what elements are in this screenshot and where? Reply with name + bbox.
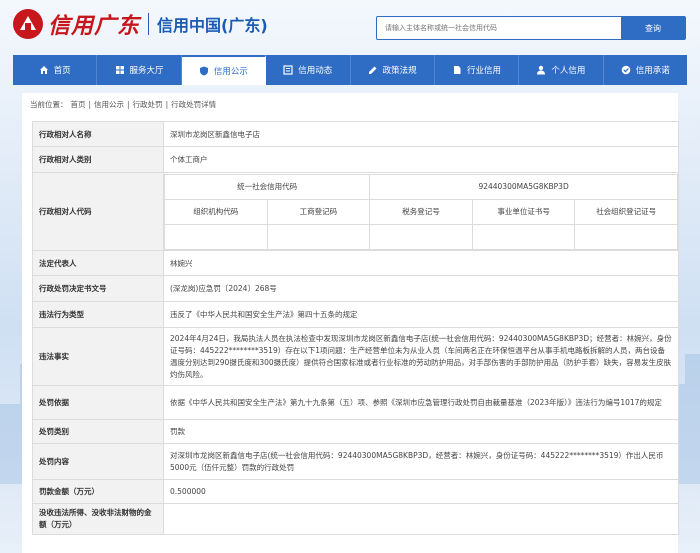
field-label: 行政相对人代码 — [32, 172, 164, 251]
field-label: 行政相对人类别 — [32, 146, 164, 173]
field-label: 违法行为类型 — [32, 301, 164, 328]
nav-item-credit-disclosure[interactable]: 信用公示 — [181, 55, 267, 85]
org-code-value — [164, 223, 268, 250]
soc-org-value — [574, 223, 678, 250]
table-row: 处罚类别 罚款 — [32, 419, 679, 444]
site-logo[interactable]: 信用广东 信用中国(广东) — [12, 8, 268, 40]
penalty-content-value: 对深圳市龙岗区新鑫信电子店(统一社会信用代码：92440300MA5G8KBP3… — [163, 443, 679, 480]
news-icon — [283, 65, 293, 75]
table-row: 行政相对人名称 深圳市龙岗区新鑫信电子店 — [32, 121, 679, 147]
legal-rep-value: 林婉兴 — [163, 250, 679, 276]
violation-type-value: 违反了《中华人民共和国安全生产法》第四十五条的规定 — [163, 301, 679, 328]
check-icon — [621, 65, 631, 75]
nav-item-industry-credit[interactable]: 行业信用 — [435, 55, 520, 85]
biz-reg-value — [266, 223, 371, 250]
field-label: 处罚类别 — [32, 419, 164, 444]
grid-icon — [115, 66, 124, 74]
search-box: 查询 — [376, 16, 686, 40]
field-label: 违法事实 — [32, 327, 164, 386]
fine-amount-value: 0.500000 — [163, 479, 679, 504]
decision-doc-no-value: (深龙岗)应急罚〔2024〕268号 — [163, 275, 679, 302]
breadcrumb-current: 行政处罚详情 — [171, 99, 217, 109]
search-input[interactable] — [377, 17, 613, 39]
home-icon — [39, 66, 48, 74]
logo-divider — [148, 13, 150, 35]
table-row — [164, 223, 678, 250]
site-name: 信用中国(广东) — [157, 16, 268, 35]
brand-name: 信用广东 — [48, 13, 141, 39]
site-header: 信用广东 信用中国(广东) 查询 — [0, 0, 700, 52]
nav-item-label: 服务大厅 — [129, 66, 164, 76]
table-row: 组织机构代码 工商登记码 税务登记号 事业单位证书号 社会组织登记证号 — [164, 198, 678, 225]
uscc-header: 统一社会信用代码 — [163, 173, 371, 200]
breadcrumb-separator: | — [88, 99, 92, 109]
table-row: 罚款金额（万元） 0.500000 — [32, 479, 679, 504]
nav-item-personal-credit[interactable]: 个人信用 — [519, 55, 604, 85]
breadcrumb-home[interactable]: 首页 — [71, 99, 86, 110]
breadcrumb-admin-penalty[interactable]: 行政处罚 — [133, 99, 163, 110]
nav-item-label: 信用动态 — [298, 66, 333, 76]
party-code-cell: 统一社会信用代码 92440300MA5G8KBP3D 组织机构代码 工商登记码… — [163, 172, 679, 251]
table-row: 行政相对人类别 个体工商户 — [32, 146, 679, 173]
field-label: 行政相对人名称 — [32, 121, 164, 147]
nav-item-credit-news[interactable]: 信用动态 — [266, 55, 351, 85]
search-button[interactable]: 查询 — [621, 17, 685, 39]
breadcrumb-separator: | — [165, 99, 169, 109]
penalty-basis-value: 依据《中华人民共和国安全生产法》第九十九条第（五）项、参照《深圳市应急管理行政处… — [163, 385, 679, 420]
soc-org-header: 社会组织登记证号 — [574, 198, 678, 225]
shield-icon — [199, 66, 208, 76]
table-row: 法定代表人 林婉兴 — [32, 250, 679, 276]
table-row: 违法事实 2024年4月24日，我局执法人员在执法检查中发现深圳市龙岗区新鑫信电… — [32, 327, 679, 386]
nav-item-policy[interactable]: 政策法规 — [351, 55, 435, 85]
inst-cert-value — [471, 223, 576, 250]
credit-guangdong-logo-icon — [13, 9, 43, 39]
table-row: 处罚内容 对深圳市龙岗区新鑫信电子店(统一社会信用代码：92440300MA5G… — [32, 443, 679, 480]
breadcrumb-separator: | — [127, 99, 130, 109]
field-label: 处罚内容 — [32, 443, 164, 480]
breadcrumb: 当前位置： 首页 | 信用公示 | 行政处罚 | 行政处罚详情 — [30, 97, 219, 111]
nav-item-label: 行业信用 — [467, 66, 502, 76]
party-type-value: 个体工商户 — [163, 146, 679, 173]
main-nav: 首页 服务大厅 信用公示 信用动态 政策法规 行业信用 个人信用 信用承诺 — [13, 55, 687, 85]
breadcrumb-prefix: 当前位置： — [30, 99, 68, 109]
violation-facts-value: 2024年4月24日，我局执法人员在执法检查中发现深圳市龙岗区新鑫信电子店(统一… — [163, 327, 679, 386]
field-label: 行政处罚决定书文号 — [32, 275, 164, 302]
nav-item-label: 政策法规 — [382, 66, 417, 76]
edit-icon — [368, 66, 377, 74]
tax-reg-value — [369, 223, 473, 250]
tax-reg-header: 税务登记号 — [369, 198, 473, 225]
inst-cert-header: 事业单位证书号 — [471, 198, 576, 225]
table-row: 没收违法所得、没收非法财物的金额（万元） — [32, 503, 679, 535]
breadcrumb-credit-disclosure[interactable]: 信用公示 — [94, 99, 124, 110]
user-icon — [537, 65, 546, 75]
nav-item-service-hall[interactable]: 服务大厅 — [97, 55, 182, 85]
field-label: 没收违法所得、没收非法财物的金额（万元） — [32, 503, 164, 535]
table-row: 行政相对人代码 统一社会信用代码 92440300MA5G8KBP3D 组织机构… — [32, 172, 679, 251]
table-row: 统一社会信用代码 92440300MA5G8KBP3D — [163, 173, 678, 200]
party-name-value: 深圳市龙岗区新鑫信电子店 — [163, 121, 679, 147]
table-row: 行政处罚决定书文号 (深龙岗)应急罚〔2024〕268号 — [32, 275, 679, 302]
content-panel: 当前位置： 首页 | 信用公示 | 行政处罚 | 行政处罚详情 行政相对人名称 … — [22, 93, 679, 553]
biz-reg-header: 工商登记码 — [266, 198, 371, 225]
nav-item-label: 信用承诺 — [635, 66, 670, 76]
penalty-category-value: 罚款 — [163, 419, 679, 444]
nav-item-label: 信用公示 — [213, 67, 248, 77]
nav-item-label: 个人信用 — [551, 66, 586, 76]
table-row: 处罚依据 依据《中华人民共和国安全生产法》第九十九条第（五）项、参照《深圳市应急… — [32, 385, 679, 420]
field-label: 罚款金额（万元） — [32, 479, 164, 504]
org-code-header: 组织机构代码 — [164, 198, 268, 225]
nav-item-credit-commitment[interactable]: 信用承诺 — [604, 55, 687, 85]
nav-item-home[interactable]: 首页 — [13, 55, 98, 85]
field-label: 处罚依据 — [32, 385, 164, 420]
table-row: 违法行为类型 违反了《中华人民共和国安全生产法》第四十五条的规定 — [32, 301, 679, 328]
party-code-subtable: 统一社会信用代码 92440300MA5G8KBP3D 组织机构代码 工商登记码… — [163, 173, 678, 250]
nav-item-label: 首页 — [53, 66, 71, 76]
confiscation-amount-value — [163, 503, 679, 535]
uscc-value: 92440300MA5G8KBP3D — [369, 173, 678, 200]
field-label: 法定代表人 — [32, 250, 164, 276]
penalty-detail-table: 行政相对人名称 深圳市龙岗区新鑫信电子店 行政相对人类别 个体工商户 行政相对人… — [32, 121, 679, 535]
doc-icon — [454, 66, 461, 74]
